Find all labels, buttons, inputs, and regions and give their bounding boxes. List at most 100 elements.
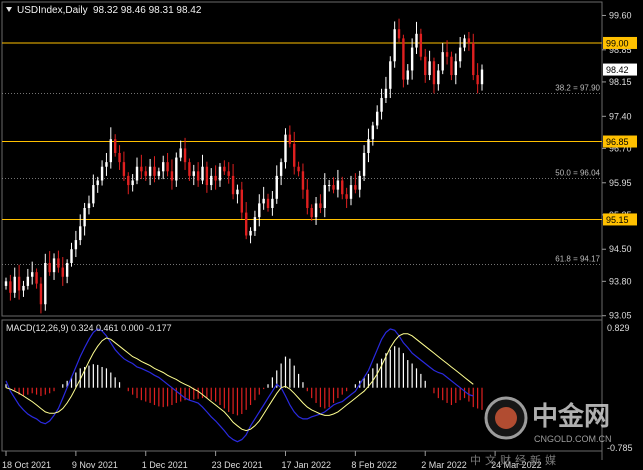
candle-body-70 [310, 207, 313, 218]
price-tick-label-8: 93.80 [609, 276, 632, 286]
candle-body-77 [341, 180, 344, 195]
candle-body-76 [336, 180, 340, 190]
candle-body-66 [293, 143, 296, 167]
price-tick-label-3: 97.40 [609, 111, 632, 121]
candle-body-1 [9, 281, 12, 293]
candle-body-45 [201, 166, 204, 181]
chart-root: 38.2 = 97.90 50.0 = 96.04 61.8 = 94.17 99.… [0, 0, 643, 470]
candle-body-102 [450, 56, 453, 76]
candle-body-29 [131, 180, 134, 186]
candle-body-108 [476, 75, 479, 85]
candle-body-92 [406, 70, 409, 80]
candle-body-18 [83, 207, 86, 227]
candle-body-80 [354, 185, 357, 190]
current-price-label: 98.42 [606, 65, 629, 75]
candle-body-81 [358, 175, 361, 190]
candle-body-88 [389, 61, 392, 89]
candle-body-23 [105, 162, 108, 167]
candle-body-35 [157, 171, 161, 176]
candle-body-68 [301, 171, 305, 190]
candle-body-47 [210, 175, 213, 186]
candle-body-67 [297, 166, 300, 172]
candle-body-101 [445, 52, 449, 57]
date-label-4: 17 Jan 2022 [281, 460, 331, 470]
candle-body-42 [188, 162, 191, 176]
candle-body-4 [22, 285, 25, 291]
candle-body-15 [70, 249, 73, 263]
candle-body-13 [61, 267, 64, 277]
brand-name-cn: 中金网 [532, 401, 610, 432]
candle-body-26 [118, 152, 121, 163]
candle-body-21 [96, 180, 99, 186]
candle-body-39 [175, 157, 178, 181]
price-tick-label-9: 93.05 [609, 311, 632, 321]
candle-body-37 [166, 162, 169, 172]
candle-body-86 [380, 97, 383, 112]
candle-body-59 [262, 198, 265, 204]
brand-tagline: 中文财经新媒 [470, 453, 560, 467]
candle-body-0 [4, 281, 8, 286]
candle-body-48 [214, 175, 217, 181]
candle-body-85 [375, 111, 379, 126]
date-label-2: 1 Dec 2021 [142, 460, 188, 470]
candle-body-63 [279, 162, 283, 176]
date-label-5: 8 Feb 2022 [351, 460, 397, 470]
candle-body-73 [323, 185, 326, 208]
candle-body-71 [314, 203, 318, 218]
candle-body-105 [463, 38, 466, 48]
candle-body-60 [266, 198, 270, 208]
level-label-2: 95.15 [606, 215, 629, 225]
candle-body-78 [345, 194, 348, 199]
candle-body-53 [236, 189, 239, 195]
fib-label-0: 38.2 = 97.90 [555, 83, 600, 92]
candle-body-107 [472, 42, 475, 76]
candle-body-97 [428, 61, 431, 76]
candle-body-54 [240, 189, 244, 213]
candle-body-96 [424, 56, 427, 76]
candle-body-94 [415, 33, 418, 48]
candle-body-12 [57, 258, 60, 268]
candle-body-57 [253, 217, 257, 231]
candle-body-19 [87, 203, 91, 208]
candle-body-75 [332, 185, 335, 190]
price-tick-label-5: 95.95 [609, 178, 632, 188]
ohlc-label: 98.32 98.46 98.31 98.42 [93, 5, 202, 16]
candle-body-93 [410, 47, 414, 71]
candle-body-24 [109, 139, 113, 163]
candle-body-90 [397, 29, 401, 39]
date-label-3: 23 Dec 2021 [212, 460, 263, 470]
candle-body-43 [192, 171, 195, 176]
candle-body-7 [35, 272, 38, 284]
symbol-label: USDIndex,Daily [17, 5, 88, 16]
fib-label-2: 61.8 = 94.17 [555, 254, 600, 263]
macd-axis-top-label: 0.829 [607, 323, 630, 333]
date-label-6: 2 Mar 2022 [421, 460, 467, 470]
candle-body-20 [92, 185, 95, 204]
candle-body-17 [79, 226, 82, 241]
candle-body-51 [227, 171, 230, 176]
candle-body-83 [367, 139, 370, 153]
candle-body-41 [183, 148, 187, 163]
candle-body-74 [327, 185, 331, 187]
candle-body-3 [17, 276, 21, 291]
chart-canvas: 38.2 = 97.90 50.0 = 96.04 61.8 = 94.17 99.… [0, 0, 643, 470]
candle-body-40 [179, 148, 182, 158]
candle-body-104 [458, 47, 462, 62]
date-label-0: 18 Oct 2021 [2, 460, 51, 470]
candle-body-69 [306, 189, 309, 208]
macd-label: MACD(12,26,9) 0.324 0.461 0.000 -0.177 [6, 323, 172, 333]
candle-body-6 [31, 272, 34, 277]
candle-body-103 [454, 61, 457, 76]
price-tick-label-0: 99.60 [609, 10, 632, 20]
candle-body-49 [218, 166, 222, 181]
candle-body-22 [100, 166, 104, 181]
candle-body-84 [371, 125, 375, 140]
candle-body-31 [140, 166, 143, 172]
candle-body-64 [284, 134, 287, 163]
candle-body-52 [231, 175, 235, 195]
candle-body-65 [288, 134, 292, 144]
price-tick-label-7: 94.50 [609, 244, 632, 254]
macd-axis-bottom-label: -0.785 [607, 443, 633, 453]
candle-body-50 [223, 166, 226, 172]
candle-body-30 [135, 166, 139, 181]
